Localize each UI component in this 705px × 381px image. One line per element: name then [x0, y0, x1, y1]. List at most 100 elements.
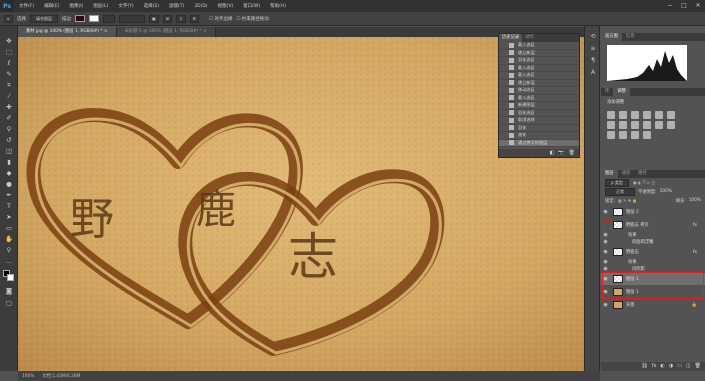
hand-tool-icon[interactable]: ✋: [4, 234, 14, 244]
levels-icon[interactable]: [619, 111, 627, 119]
dodge-tool-icon[interactable]: ●: [4, 179, 14, 189]
history-item-current[interactable]: 通过拷贝的图层: [499, 139, 579, 147]
crop-tool-icon[interactable]: ⌗: [4, 80, 14, 90]
quick-mask-icon[interactable]: ◙: [4, 286, 14, 296]
add-mask-icon[interactable]: ◐: [660, 362, 664, 371]
layer-row[interactable]: ◉ 背景 🔒: [601, 299, 705, 311]
filter-icons[interactable]: ▣ ◐ T ▭ ◫: [633, 180, 655, 185]
preset-dropdown[interactable]: 填充图层: [30, 14, 58, 23]
path-align-icon[interactable]: ⊞: [162, 14, 173, 23]
history-item[interactable]: 羽化选区: [499, 57, 579, 65]
vibrance-icon[interactable]: [655, 111, 663, 119]
layer-effects-row[interactable]: ◉ 效果: [601, 258, 705, 265]
path-ops-icon[interactable]: ▣: [149, 14, 159, 23]
blur-tool-icon[interactable]: ◆: [4, 168, 14, 178]
menu-help[interactable]: 帮助(H): [265, 3, 291, 9]
layer-effect-row[interactable]: ◉ 内阴影: [601, 265, 705, 272]
trash-icon[interactable]: 🗑: [695, 362, 701, 371]
opacity-value[interactable]: 100%: [660, 189, 672, 194]
layer-row[interactable]: 野鹿志 拷贝 fx: [601, 219, 705, 231]
eye-icon[interactable]: ◉: [601, 232, 610, 238]
menu-file[interactable]: 文件(F): [14, 3, 39, 9]
eye-icon[interactable]: ◉: [601, 302, 610, 308]
history-item[interactable]: 移动选区: [499, 87, 579, 95]
hue-saturation-icon[interactable]: [667, 111, 675, 119]
history-item[interactable]: 载入选区: [499, 72, 579, 80]
history-item[interactable]: 新建图层: [499, 102, 579, 110]
tool-preset-picker[interactable]: ▸: [4, 14, 13, 23]
lock-icons[interactable]: ▦ ✎ ✥ 🔒: [618, 198, 637, 203]
stamp-tool-icon[interactable]: ⚲: [4, 124, 14, 134]
history-item[interactable]: 载入选区: [499, 65, 579, 72]
tab-channels[interactable]: 通道: [618, 170, 635, 178]
invert-icon[interactable]: [667, 121, 675, 129]
eye-icon[interactable]: ◉: [601, 259, 610, 265]
fx-icon[interactable]: fx: [693, 223, 705, 228]
close-button[interactable]: ✕: [691, 0, 705, 12]
tab-untitled[interactable]: 未标题-1 @ 100% (图层 1, RGB/8#) * ×: [116, 27, 216, 37]
history-item[interactable]: 液化: [499, 132, 579, 140]
tab-history[interactable]: 历史记录: [499, 34, 523, 42]
history-item[interactable]: 建立新层: [499, 50, 579, 57]
constrain-checkbox[interactable]: ☐ 约束路径拖动: [236, 16, 268, 22]
eye-icon[interactable]: ◉: [601, 209, 610, 215]
exposure-icon[interactable]: [643, 111, 651, 119]
menu-type[interactable]: 文字(Y): [113, 3, 138, 9]
minimize-button[interactable]: −: [663, 0, 677, 12]
brightness-icon[interactable]: [607, 111, 615, 119]
shape-tool-icon[interactable]: ▭: [4, 223, 14, 233]
character-panel-icon[interactable]: A: [588, 68, 598, 77]
properties-panel-icon[interactable]: ≡: [588, 44, 598, 53]
type-tool-icon[interactable]: T: [4, 201, 14, 211]
history-item[interactable]: 取消选择: [499, 117, 579, 125]
tab-paths[interactable]: 路径: [634, 170, 651, 178]
align-edges-checkbox[interactable]: ☐ 对齐边缘: [209, 16, 232, 22]
new-document-from-state-icon[interactable]: ◧: [550, 149, 555, 157]
tab-sucai[interactable]: 素材.jpg @ 100% (图层 1, RGB/8#) * ×: [18, 27, 117, 37]
posterize-icon[interactable]: [607, 131, 615, 139]
history-brush-icon[interactable]: ↺: [4, 135, 14, 145]
group-icon[interactable]: ▭: [677, 362, 682, 371]
menu-edit[interactable]: 编辑(E): [39, 3, 64, 9]
gradient-tool-icon[interactable]: ▮: [4, 157, 14, 167]
new-layer-icon[interactable]: ◫: [686, 362, 691, 371]
path-arrange-icon[interactable]: ⇕: [176, 14, 186, 23]
close-icon[interactable]: ×: [203, 29, 207, 34]
healing-tool-icon[interactable]: ✚: [4, 102, 14, 112]
tab-layers[interactable]: 图层: [601, 170, 618, 178]
tab-actions[interactable]: 动作: [522, 34, 537, 42]
fill-swatch[interactable]: [75, 15, 85, 22]
history-panel-icon[interactable]: ⟲: [588, 32, 598, 41]
link-layers-icon[interactable]: ⛓: [641, 362, 647, 371]
menu-view[interactable]: 视图(V): [213, 3, 239, 9]
close-icon[interactable]: ×: [104, 29, 108, 34]
menu-3d[interactable]: 3D(D): [189, 4, 212, 9]
color-balance-icon[interactable]: [607, 121, 615, 129]
selective-color-icon[interactable]: [643, 131, 651, 139]
trash-icon[interactable]: 🗑: [569, 149, 575, 157]
stroke-swatch[interactable]: [89, 15, 99, 22]
menu-image[interactable]: 图像(I): [64, 3, 88, 9]
menu-window[interactable]: 窗口(W): [238, 3, 265, 9]
tab-info[interactable]: 信息: [622, 33, 639, 41]
tab-libraries[interactable]: 库: [601, 88, 613, 96]
eye-icon[interactable]: ◉: [601, 266, 610, 272]
menu-select[interactable]: 选择(S): [139, 3, 164, 9]
eye-icon[interactable]: ◉: [601, 249, 610, 255]
stroke-width-field[interactable]: [103, 14, 115, 23]
fx-menu-icon[interactable]: fx: [652, 362, 657, 371]
camera-icon[interactable]: 📷: [558, 149, 564, 157]
zoom-level[interactable]: 100%: [22, 374, 34, 379]
maximize-button[interactable]: □: [677, 0, 691, 12]
color-lookup-icon[interactable]: [655, 121, 663, 129]
curves-icon[interactable]: [631, 111, 639, 119]
layer-effect-row[interactable]: ◉ 斜面和浮雕: [601, 238, 705, 245]
gear-icon[interactable]: ✲: [189, 14, 199, 23]
screen-mode-icon[interactable]: ▢: [4, 298, 14, 308]
pen-tool-icon[interactable]: ✒: [4, 190, 14, 200]
more-tools-icon[interactable]: …: [4, 256, 14, 266]
history-item[interactable]: 载入选区: [499, 95, 579, 102]
blend-mode-dropdown[interactable]: 正常: [605, 187, 635, 196]
history-item[interactable]: 羽化: [499, 125, 579, 132]
black-white-icon[interactable]: [619, 121, 627, 129]
